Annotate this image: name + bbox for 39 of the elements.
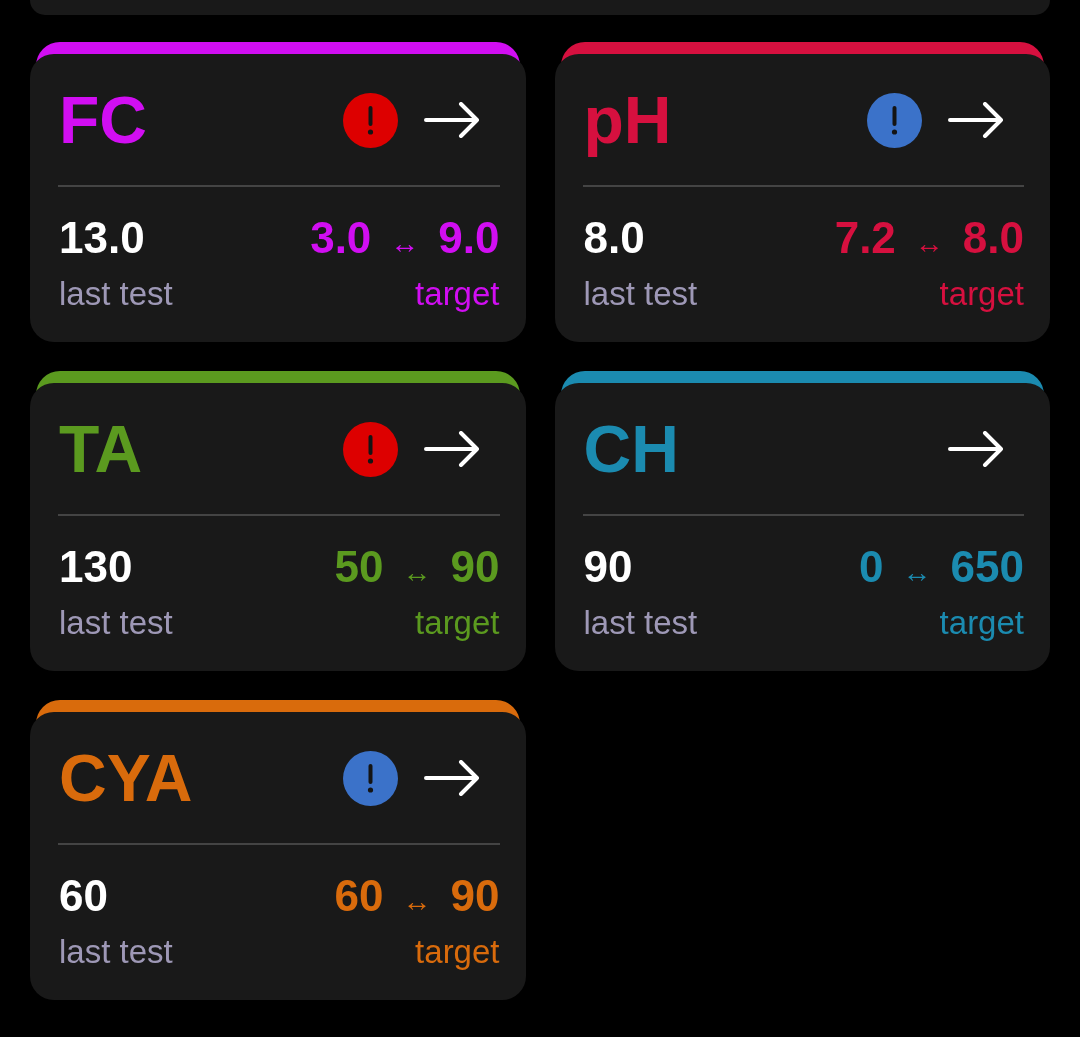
arrow-right-icon[interactable] bbox=[948, 102, 1004, 138]
range-separator: ↔ bbox=[914, 229, 944, 258]
last-test-label: last test bbox=[59, 277, 173, 310]
target-max-value: 8.0 bbox=[962, 216, 1024, 260]
range-separator: ↔ bbox=[902, 558, 932, 587]
last-test-label: last test bbox=[59, 606, 173, 639]
range-separator: ↔ bbox=[402, 887, 432, 916]
target-min-value: 50 bbox=[334, 545, 384, 589]
parameter-title: TA bbox=[59, 416, 143, 482]
arrow-right-icon[interactable] bbox=[948, 431, 1004, 467]
target-label: target bbox=[415, 935, 500, 968]
target-min-value: 3.0 bbox=[310, 216, 372, 260]
arrow-right-icon[interactable] bbox=[423, 431, 480, 467]
target-min-value: 7.2 bbox=[834, 216, 896, 260]
last-test-label: last test bbox=[583, 277, 698, 310]
parameter-title: FC bbox=[59, 87, 147, 153]
target-max-value: 90 bbox=[450, 874, 500, 918]
target-min-value: 0 bbox=[859, 545, 884, 589]
target-label: target bbox=[415, 277, 500, 310]
target-label: target bbox=[415, 606, 500, 639]
arrow-right-icon[interactable] bbox=[423, 102, 480, 138]
arrow-right-icon[interactable] bbox=[423, 760, 480, 796]
target-max-value: 650 bbox=[950, 545, 1024, 589]
last-test-value: 130 bbox=[59, 545, 133, 589]
target-label: target bbox=[939, 606, 1024, 639]
last-test-value: 8.0 bbox=[583, 216, 645, 260]
parameter-title: CYA bbox=[59, 745, 193, 811]
parameter-title: CH bbox=[583, 416, 679, 482]
target-max-value: 90 bbox=[450, 545, 500, 589]
last-test-label: last test bbox=[583, 606, 698, 639]
range-separator: ↔ bbox=[402, 558, 432, 587]
target-max-value: 9.0 bbox=[438, 216, 500, 260]
range-separator: ↔ bbox=[390, 229, 420, 258]
last-test-label: last test bbox=[59, 935, 173, 968]
last-test-value: 90 bbox=[583, 545, 633, 589]
target-min-value: 60 bbox=[334, 874, 384, 918]
last-test-value: 13.0 bbox=[59, 216, 145, 260]
target-label: target bbox=[939, 277, 1024, 310]
last-test-value: 60 bbox=[59, 874, 108, 918]
